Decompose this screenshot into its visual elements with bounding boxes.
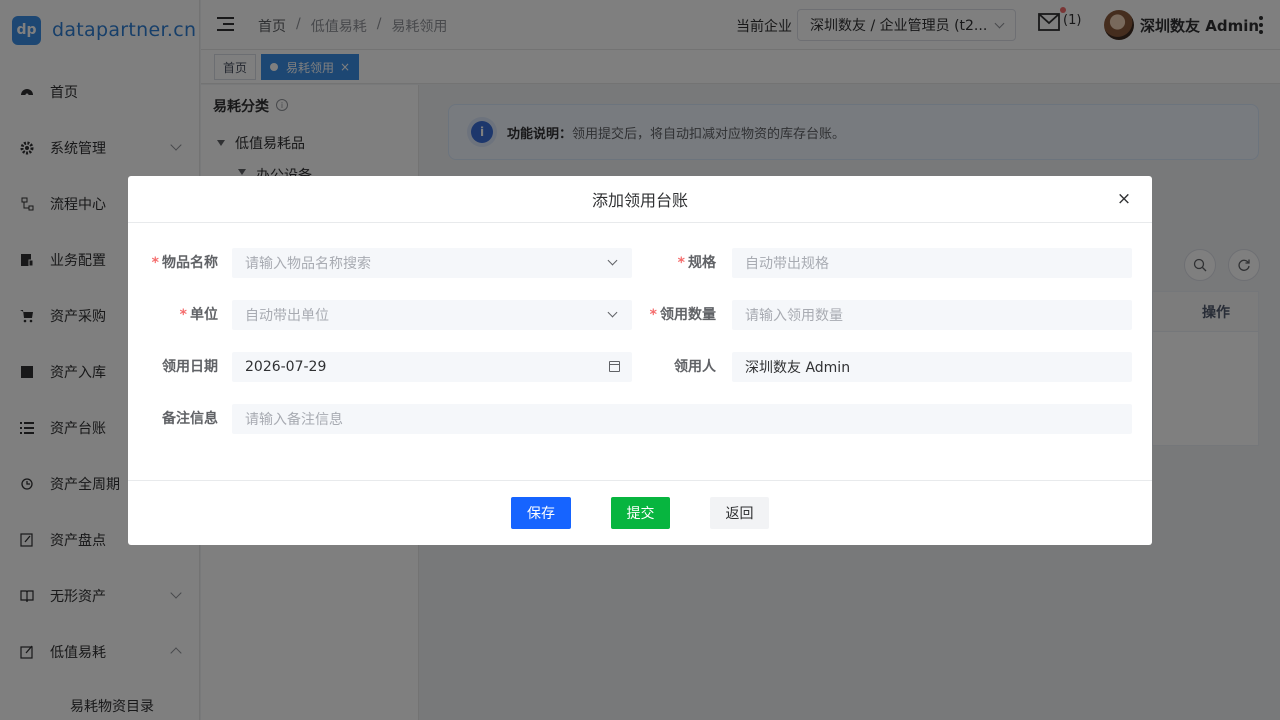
item-name-placeholder: 请输入物品名称搜索 xyxy=(245,256,371,272)
spec-input[interactable]: 自动带出规格 xyxy=(732,248,1132,278)
chevron-down-icon xyxy=(607,307,618,318)
unit-placeholder: 自动带出单位 xyxy=(245,308,329,324)
save-button[interactable]: 保存 xyxy=(511,497,571,529)
remark-label: 备注信息 xyxy=(162,411,218,427)
dialog-footer: 保存 提交 返回 xyxy=(128,480,1152,545)
qty-label: * 领用数量 xyxy=(626,300,716,330)
item-name-select[interactable]: 请输入物品名称搜索 xyxy=(232,248,632,278)
remark-input[interactable]: 请输入备注信息 xyxy=(232,404,1132,434)
chevron-down-icon xyxy=(607,255,618,266)
close-icon[interactable]: × xyxy=(1116,188,1132,210)
label-text: 领用数量 xyxy=(660,307,716,323)
submit-button[interactable]: 提交 xyxy=(611,497,670,529)
label-text: 单位 xyxy=(190,307,218,323)
remark-placeholder: 请输入备注信息 xyxy=(245,412,343,428)
add-receipt-dialog: 添加领用台账 × * 物品名称 请输入物品名称搜索 * 规格 自动带出规格 * 单位 … xyxy=(128,176,1152,545)
person-label: 领用人 xyxy=(674,359,716,375)
qty-input[interactable]: 请输入领用数量 xyxy=(732,300,1132,330)
qty-placeholder: 请输入领用数量 xyxy=(745,308,843,324)
required-mark: * xyxy=(677,255,685,271)
date-label: 领用日期 xyxy=(162,359,218,375)
person-value: 深圳数友 Admin xyxy=(745,360,851,376)
spec-label: * 规格 xyxy=(626,248,716,278)
required-mark: * xyxy=(179,307,187,323)
label-text: 规格 xyxy=(688,255,716,271)
date-picker[interactable]: 2026-07-29 xyxy=(232,352,632,382)
unit-label: * 单位 xyxy=(128,300,218,330)
required-mark: * xyxy=(151,255,159,271)
calendar-icon xyxy=(609,361,620,372)
back-button[interactable]: 返回 xyxy=(710,497,769,529)
item-name-label: * 物品名称 xyxy=(128,248,218,278)
spec-placeholder: 自动带出规格 xyxy=(745,256,829,272)
person-input[interactable]: 深圳数友 Admin xyxy=(732,352,1132,382)
date-value: 2026-07-29 xyxy=(245,359,327,375)
unit-select[interactable]: 自动带出单位 xyxy=(232,300,632,330)
label-text: 物品名称 xyxy=(162,255,218,271)
required-mark: * xyxy=(649,307,657,323)
dialog-title: 添加领用台账 xyxy=(128,176,1152,223)
